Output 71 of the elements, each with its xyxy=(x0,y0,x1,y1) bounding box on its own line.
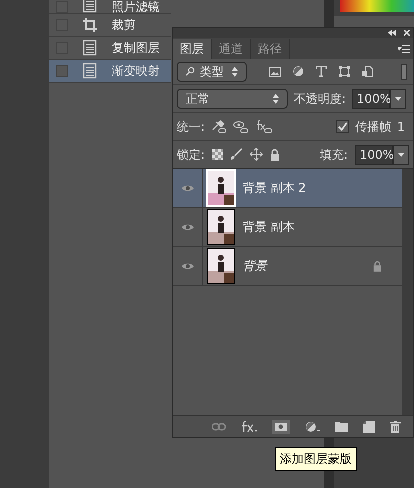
caret-icon xyxy=(398,152,404,156)
search-icon xyxy=(186,67,195,76)
image-icon[interactable] xyxy=(269,66,281,76)
mask-icon[interactable] xyxy=(272,420,290,434)
move-icon[interactable] xyxy=(250,148,264,161)
panel-tab[interactable]: 通道 xyxy=(212,39,251,59)
effects-icon[interactable] xyxy=(241,420,257,432)
fill-field[interactable]: 100% xyxy=(355,144,393,164)
layer-name: 背景 xyxy=(243,258,267,275)
document-icon xyxy=(83,63,98,79)
layer-row[interactable]: 背景 xyxy=(173,247,402,286)
tooltip: 添加图层蒙版 xyxy=(275,447,357,471)
checkbox[interactable] xyxy=(336,120,350,133)
crop-icon xyxy=(82,17,98,33)
lock-icon[interactable] xyxy=(270,148,280,160)
blend-mode-dropdown[interactable]: 正常 xyxy=(177,88,288,108)
layer-name: 背景 副本 xyxy=(243,219,295,236)
dropdown-button[interactable] xyxy=(393,144,409,164)
layer-row[interactable]: 背景 副本 xyxy=(173,208,402,247)
document-icon xyxy=(83,40,98,56)
fill-label: 填充: xyxy=(320,146,348,164)
eye-icon[interactable] xyxy=(180,184,194,192)
collapse-icon[interactable] xyxy=(388,30,396,36)
close-icon[interactable] xyxy=(404,30,410,36)
dropdown-button[interactable] xyxy=(390,88,406,108)
action-label: 复制图层 xyxy=(112,42,160,54)
action-item[interactable]: 渐变映射 xyxy=(49,60,172,83)
transform-icon[interactable] xyxy=(339,66,350,77)
half-circle-icon[interactable] xyxy=(293,66,304,77)
unify-visibility-icon[interactable] xyxy=(233,120,250,134)
action-label: 渐变映射 xyxy=(112,65,160,77)
layer-thumbnail xyxy=(208,171,234,205)
adjustment-icon[interactable] xyxy=(305,420,320,432)
action-item[interactable]: 照片滤镜 xyxy=(49,0,172,14)
unify-label: 统一: xyxy=(177,118,206,136)
unify-style-icon[interactable] xyxy=(255,120,274,134)
brush-icon[interactable] xyxy=(230,148,244,161)
lock-transparent-icon[interactable] xyxy=(212,149,224,160)
filter-toggle[interactable] xyxy=(401,64,407,80)
folder-icon[interactable] xyxy=(335,421,348,432)
opacity-label: 不透明度: xyxy=(294,90,346,108)
caret-icon xyxy=(394,96,402,100)
stepper-icon xyxy=(273,94,279,104)
stepper-icon xyxy=(232,66,238,76)
filter-dropdown[interactable]: 类型 xyxy=(177,62,247,82)
lock-label: 锁定: xyxy=(177,146,206,164)
eye-icon[interactable] xyxy=(180,222,194,232)
document-icon xyxy=(83,0,98,13)
layer-row[interactable]: 背景 副本 2 xyxy=(173,169,402,208)
scrollbar-track[interactable] xyxy=(402,169,413,415)
check-icon xyxy=(338,122,348,132)
type-icon[interactable] xyxy=(316,66,327,77)
opacity-field[interactable]: 100% xyxy=(352,88,390,108)
propagate-frame-number: 1 xyxy=(397,118,405,136)
layer-name: 背景 副本 2 xyxy=(243,180,306,197)
action-label: 裁剪 xyxy=(112,19,136,31)
color-spectrum[interactable] xyxy=(340,0,414,12)
propagate-label: 传播帧 xyxy=(355,118,392,136)
panel-tab[interactable]: 路径 xyxy=(251,39,290,59)
checkbox[interactable] xyxy=(56,65,68,77)
panel-menu-icon[interactable] xyxy=(398,45,410,54)
layer-thumbnail xyxy=(208,210,234,244)
action-label: 照片滤镜 xyxy=(112,1,160,13)
new-layer-icon[interactable] xyxy=(363,420,375,432)
trash-icon[interactable] xyxy=(390,420,401,432)
eye-icon[interactable] xyxy=(180,262,194,270)
layer-thumbnail xyxy=(208,249,234,283)
action-item[interactable]: 裁剪 xyxy=(49,14,172,37)
panel-tab[interactable]: 图层 xyxy=(173,39,212,59)
smart-object-icon[interactable] xyxy=(362,66,373,77)
unify-position-icon[interactable] xyxy=(211,120,228,134)
